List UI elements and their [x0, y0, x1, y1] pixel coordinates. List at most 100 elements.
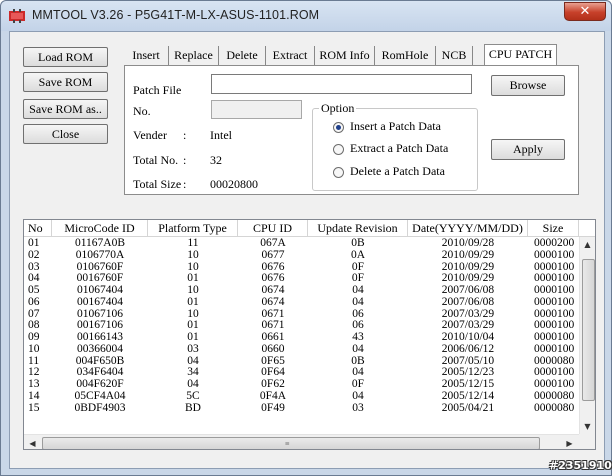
patch-file-input[interactable]	[211, 74, 472, 94]
load-rom-button[interactable]: Load ROM	[23, 47, 108, 67]
table-header: No MicroCode ID Platform Type CPU ID Upd…	[24, 220, 595, 237]
col-platform-type[interactable]: Platform Type	[148, 220, 238, 237]
table-row[interactable]: 15 0BDF4903 BD 0F49 03 2005/04/21 0000080	[24, 401, 574, 415]
tab-cpu-patch[interactable]: CPU PATCH	[484, 44, 557, 66]
table-row[interactable]: 01 01167A0B 11 067A 0B 2010/09/28 0000200	[24, 237, 574, 250]
main-panel: Load ROM Save ROM Save ROM as.. Close In…	[9, 31, 605, 469]
extract-patch-radio[interactable]	[333, 144, 344, 155]
cell-cpu-id: 0661	[261, 331, 285, 343]
close-button[interactable]: Close	[23, 124, 108, 144]
scroll-left-arrow-icon[interactable]: ◀	[25, 439, 40, 448]
vender-label: Vender	[133, 128, 167, 142]
tab-insert[interactable]: Insert	[124, 46, 169, 66]
cell-microcode-id: 01167A0B	[74, 237, 126, 249]
microcode-table[interactable]: No MicroCode ID Platform Type CPU ID Upd…	[23, 219, 596, 450]
cell-size: 0000080	[534, 389, 575, 402]
no-label: No.	[133, 104, 151, 118]
table-row[interactable]: 02 0106770A 10 0677 0A 2010/09/29 0000100	[24, 248, 574, 262]
table-row[interactable]: 13 004F620F 04 0F62 0F 2005/12/15 0000100	[24, 378, 574, 391]
total-size-colon: :	[183, 177, 187, 191]
cell-no: 14	[28, 389, 40, 402]
watermark: #2351910	[549, 459, 612, 472]
col-date[interactable]: Date(YYYY/MM/DD)	[408, 220, 528, 237]
tab-replace[interactable]: Replace	[169, 46, 219, 66]
close-window-button[interactable]: ✕	[564, 2, 606, 21]
scroll-up-arrow-icon[interactable]: ▲	[580, 240, 595, 249]
col-size[interactable]: Size	[528, 220, 579, 237]
cell-date: 2007/06/08	[441, 295, 495, 308]
table-row[interactable]: 14 05CF4A04 5C 0F4A 04 2005/12/14 0000080	[24, 389, 574, 403]
cell-microcode-id: 004F620F	[76, 378, 124, 390]
tab-extract[interactable]: Extract	[266, 46, 315, 66]
cell-date: 2005/12/14	[441, 389, 495, 402]
horizontal-scroll-thumb[interactable]: ≡	[42, 437, 540, 449]
table-row[interactable]: 05 01067404 10 0674 04 2007/06/08 0000100	[24, 284, 574, 297]
window-title: MMTOOL V3.26 - P5G41T-M-LX-ASUS-1101.ROM	[32, 8, 320, 22]
cell-cpu-id: 0F62	[261, 378, 285, 390]
save-rom-as-button[interactable]: Save ROM as..	[23, 99, 108, 119]
browse-button[interactable]: Browse	[491, 75, 565, 96]
total-no-value: 32	[210, 153, 222, 167]
tab-romhole[interactable]: RomHole	[375, 46, 436, 66]
cell-update-revision: 04	[352, 342, 364, 355]
cell-platform-type: 01	[187, 295, 199, 308]
col-microcode-id[interactable]: MicroCode ID	[52, 220, 148, 237]
cell-microcode-id: 00366004	[77, 342, 123, 355]
grip-icon: ≡	[285, 439, 290, 448]
col-no[interactable]: No	[24, 220, 52, 237]
cell-date: 2010/09/29	[441, 248, 495, 261]
vender-value: Intel	[210, 128, 232, 142]
cell-size: 0000100	[534, 248, 575, 261]
cell-update-revision: 0B	[351, 237, 365, 249]
col-update-revision[interactable]: Update Revision	[308, 220, 408, 237]
extract-patch-label[interactable]: Extract a Patch Data	[350, 141, 448, 156]
insert-patch-label[interactable]: Insert a Patch Data	[350, 119, 441, 134]
cell-size: 0000100	[534, 284, 575, 296]
scroll-right-arrow-icon[interactable]: ▶	[562, 439, 577, 448]
scroll-corner	[579, 434, 595, 449]
horizontal-scrollbar[interactable]: ◀ ≡ ▶	[24, 434, 579, 449]
table-row[interactable]: 06 00167404 01 0674 04 2007/06/08 0000100	[24, 295, 574, 309]
scroll-down-arrow-icon[interactable]: ▼	[580, 422, 595, 431]
cell-update-revision: 43	[352, 331, 364, 343]
insert-patch-radio[interactable]	[333, 122, 344, 133]
cell-cpu-id: 0F49	[261, 401, 285, 414]
vertical-scrollbar[interactable]: ▲ ▼	[579, 237, 595, 435]
tab-rom-info[interactable]: ROM Info	[315, 46, 375, 66]
cell-update-revision: 04	[352, 295, 364, 308]
cell-size: 0000100	[534, 378, 575, 390]
cell-cpu-id: 0677	[261, 248, 285, 261]
table-row[interactable]: 10 00366004 03 0660 04 2006/06/12 0000100	[24, 342, 574, 356]
total-no-colon: :	[183, 153, 187, 167]
cell-microcode-id: 00167404	[77, 295, 123, 308]
vertical-scroll-thumb[interactable]	[582, 259, 595, 401]
apply-button[interactable]: Apply	[491, 139, 565, 160]
table-row[interactable]: 09 00166143 01 0661 43 2010/10/04 0000100	[24, 331, 574, 344]
cell-platform-type: 10	[187, 284, 199, 296]
cell-no: 01	[28, 237, 40, 249]
cell-update-revision: 03	[352, 401, 364, 414]
cell-platform-type: 01	[187, 331, 199, 343]
title-bar[interactable]: MMTOOL V3.26 - P5G41T-M-LX-ASUS-1101.ROM…	[1, 1, 611, 31]
tab-ncb[interactable]: NCB	[436, 46, 473, 66]
cell-platform-type: 03	[187, 342, 199, 355]
cell-cpu-id: 067A	[260, 237, 286, 249]
cell-no: 09	[28, 331, 40, 343]
cell-size: 0000100	[534, 342, 575, 355]
cell-cpu-id: 0674	[261, 295, 285, 308]
cell-update-revision: 0F	[351, 378, 365, 390]
cell-date: 2010/10/04	[441, 331, 495, 343]
delete-patch-radio[interactable]	[333, 167, 344, 178]
cell-date: 2005/04/21	[441, 401, 495, 414]
patch-file-label: Patch File	[133, 83, 182, 97]
cell-platform-type: 11	[187, 237, 199, 249]
save-rom-button[interactable]: Save ROM	[23, 72, 108, 92]
total-size-value: 00020800	[210, 177, 258, 191]
cell-no: 10	[28, 342, 40, 355]
cell-microcode-id: 05CF4A04	[74, 389, 126, 402]
tab-delete[interactable]: Delete	[219, 46, 266, 66]
delete-patch-label[interactable]: Delete a Patch Data	[350, 164, 445, 179]
mmtool-app-icon[interactable]	[9, 9, 25, 23]
cell-microcode-id: 0106770A	[75, 248, 125, 261]
col-cpu-id[interactable]: CPU ID	[238, 220, 308, 237]
